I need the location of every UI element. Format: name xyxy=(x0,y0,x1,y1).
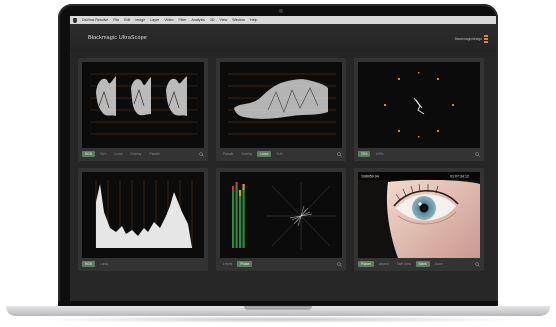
audio-display[interactable] xyxy=(220,172,342,258)
picture-source-format: 1080i59.94 xyxy=(361,175,379,179)
menu-help[interactable]: Help xyxy=(250,18,257,22)
luma-parade-button[interactable]: Parade xyxy=(220,151,236,157)
zoom-icon[interactable] xyxy=(337,261,342,267)
waveform-overlay-button[interactable]: Overlay xyxy=(127,151,144,157)
menu-image[interactable]: Image xyxy=(135,18,145,22)
zoom-icon[interactable] xyxy=(337,151,342,157)
laptop-screen: DaVinci Resolve File Edit Image Layer Vi… xyxy=(70,16,496,301)
brand-name: Blackmagicdesign xyxy=(454,37,482,41)
audio-levels-button[interactable]: Levels xyxy=(220,261,235,267)
menu-file[interactable]: File xyxy=(113,18,119,22)
histogram-panel: RGB Luma xyxy=(78,168,208,271)
vectorscope-display[interactable] xyxy=(358,62,480,148)
luma-waveform-panel: Parade Overlay Luma YUV xyxy=(216,58,346,161)
picture-safe-area-button[interactable]: Safe Area xyxy=(394,261,414,267)
vectorscope-panel: 75% 100% xyxy=(354,58,484,161)
menu-filter[interactable]: Filter xyxy=(178,18,186,22)
luma-overlay-button[interactable]: Overlay xyxy=(238,151,255,157)
menu-window[interactable]: Window xyxy=(232,18,245,22)
waveform-display[interactable] xyxy=(82,62,204,148)
waveform-luma-button[interactable]: Luma xyxy=(111,151,125,157)
os-menubar: DaVinci Resolve File Edit Image Layer Vi… xyxy=(70,16,496,24)
apple-icon[interactable] xyxy=(73,17,77,23)
brand-logo-icon xyxy=(484,35,488,43)
menu-layer[interactable]: Layer xyxy=(150,18,159,22)
laptop-shadow xyxy=(30,316,526,323)
vectorscope-75-button[interactable]: 75% xyxy=(358,151,371,157)
menu-app[interactable]: DaVinci Resolve xyxy=(82,18,108,22)
picture-controls: Picture Aspect Safe Area Blank Zoom xyxy=(358,260,480,268)
picture-aspect-button[interactable]: Aspect xyxy=(376,261,392,267)
camera-icon xyxy=(279,9,283,13)
menu-edit[interactable]: Edit xyxy=(124,18,130,22)
picture-blank-button[interactable]: Blank xyxy=(415,261,430,267)
waveform-rgb-button[interactable]: RGB xyxy=(82,151,95,157)
picture-panel: 1080i59.94 01:07:34:12 Picture Aspect Sa… xyxy=(354,168,484,271)
audio-phase-button[interactable]: Phase xyxy=(237,261,253,267)
vectorscope-controls: 75% 100% xyxy=(358,150,480,158)
app-title: Blackmagic UltraScope xyxy=(88,35,147,41)
zoom-icon[interactable] xyxy=(475,151,480,157)
waveform-yuv-button[interactable]: YUV xyxy=(97,151,110,157)
app-titlebar: Blackmagic UltraScope Blackmagicdesign xyxy=(70,24,496,52)
waveform-controls: RGB YUV Luma Overlay Parade xyxy=(82,150,204,158)
picture-zoom-button[interactable]: Zoom xyxy=(432,261,446,267)
menu-view[interactable]: View xyxy=(219,18,227,22)
picture-picture-button[interactable]: Picture xyxy=(358,261,374,267)
histogram-controls: RGB Luma xyxy=(82,260,204,268)
laptop-opening-notch xyxy=(244,306,312,310)
luma-luma-button[interactable]: Luma xyxy=(257,151,272,157)
waveform-panel: RGB YUV Luma Overlay Parade xyxy=(78,58,208,161)
menu-analysis[interactable]: Analysis xyxy=(191,18,204,22)
histogram-rgb-button[interactable]: RGB xyxy=(82,261,95,267)
menu-video[interactable]: Video xyxy=(164,18,173,22)
audio-controls: Levels Phase xyxy=(220,260,342,268)
menu-3d[interactable]: 3D xyxy=(210,18,215,22)
picture-display[interactable]: 1080i59.94 01:07:34:12 xyxy=(358,172,480,258)
luma-yuv-button[interactable]: YUV xyxy=(273,151,286,157)
vectorscope-100-button[interactable]: 100% xyxy=(372,151,386,157)
zoom-icon[interactable] xyxy=(199,151,204,157)
waveform-parade-button[interactable]: Parade xyxy=(146,151,162,157)
luma-waveform-controls: Parade Overlay Luma YUV xyxy=(220,150,342,158)
histogram-display[interactable] xyxy=(82,172,204,258)
zoom-icon[interactable] xyxy=(475,261,480,267)
audio-panel: Levels Phase xyxy=(216,168,346,271)
picture-timecode: 01:07:34:12 xyxy=(450,175,469,179)
luma-waveform-display[interactable] xyxy=(220,62,342,148)
histogram-luma-button[interactable]: Luma xyxy=(97,261,111,267)
ultrascope-window: Blackmagic UltraScope Blackmagicdesign R… xyxy=(70,24,496,301)
